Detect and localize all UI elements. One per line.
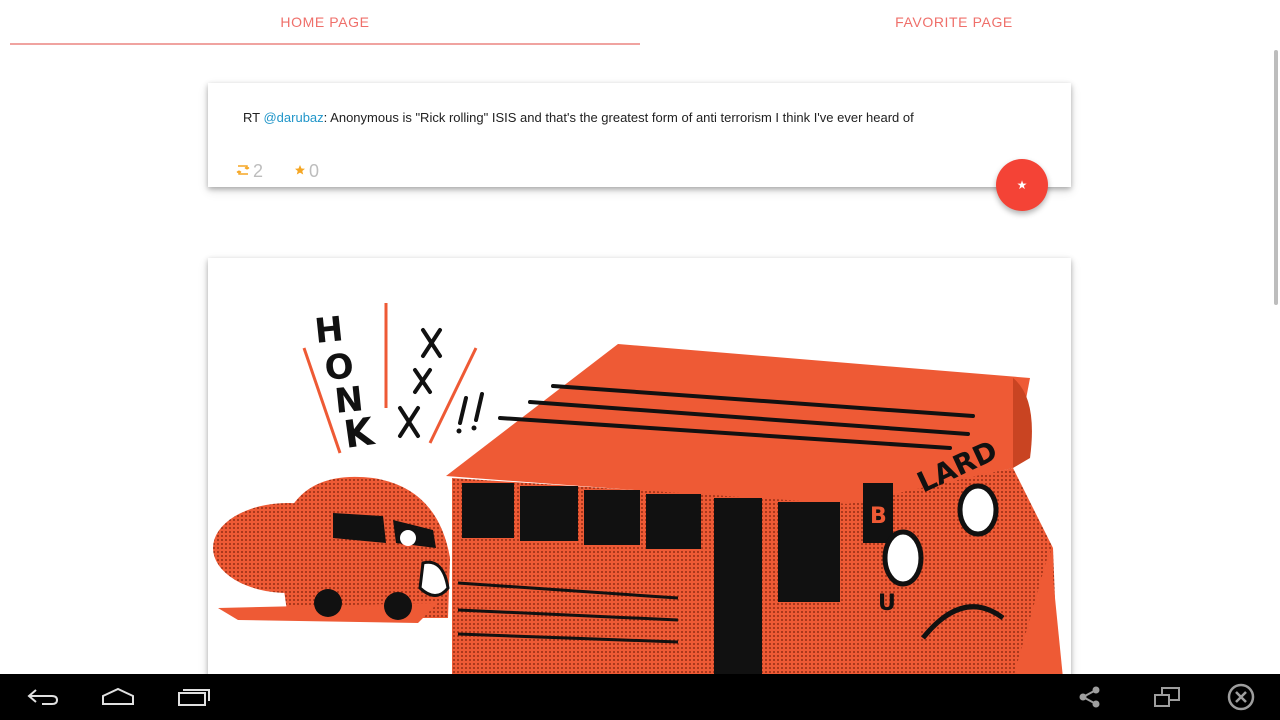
tweet-text: RT @darubaz: Anonymous is "Rick rolling"…: [243, 110, 914, 125]
back-icon: [27, 689, 59, 705]
scrollbar[interactable]: [1274, 50, 1278, 305]
favorite-fab-button[interactable]: ★: [996, 159, 1048, 211]
car-drawing: [213, 476, 450, 623]
home-icon: [102, 687, 134, 705]
tweet-mention-link[interactable]: @darubaz: [263, 110, 323, 125]
honk-text: H O N K: [313, 309, 378, 457]
retweet-stat[interactable]: 2: [235, 161, 263, 182]
tweet-body: : Anonymous is "Rick rolling" ISIS and t…: [323, 110, 914, 125]
back-button[interactable]: [19, 680, 67, 714]
svg-text:U: U: [878, 591, 896, 616]
tab-home-page[interactable]: HOME PAGE: [10, 0, 640, 46]
honk-bus-illustration: H O N K B LARD U: [213, 303, 1063, 678]
svg-text:H: H: [313, 309, 345, 352]
tab-favorite-label: FAVORITE PAGE: [895, 14, 1013, 30]
tab-favorite-page[interactable]: FAVORITE PAGE: [639, 0, 1269, 46]
svg-text:B: B: [870, 504, 887, 529]
share-icon: [1079, 686, 1100, 708]
share-button[interactable]: [1066, 680, 1114, 714]
favorite-stat[interactable]: 0: [293, 161, 319, 182]
close-icon: [1227, 683, 1255, 711]
screen-mirror-button[interactable]: [1143, 680, 1191, 714]
bus-drawing: B LARD U: [446, 344, 1063, 678]
system-navbar: [0, 674, 1280, 720]
retweet-count: 2: [253, 161, 264, 181]
tab-bar: HOME PAGE FAVORITE PAGE: [0, 0, 1280, 46]
tweet-prefix: RT: [243, 110, 264, 125]
favorite-count: 0: [309, 161, 320, 181]
star-icon: [293, 161, 307, 182]
tab-home-label: HOME PAGE: [280, 14, 370, 30]
screen-mirror-icon: [1154, 687, 1180, 707]
media-card: H O N K B LARD U: [208, 258, 1071, 678]
retweet-icon: [235, 161, 251, 182]
star-icon: ★: [1016, 178, 1028, 192]
tweet-stats: 2 0: [235, 161, 349, 182]
tweet-card: RT @darubaz: Anonymous is "Rick rolling"…: [208, 83, 1071, 187]
tab-indicator: [10, 43, 640, 45]
recent-apps-icon: [178, 689, 210, 706]
close-button[interactable]: [1217, 680, 1265, 714]
recent-apps-button[interactable]: [170, 680, 218, 714]
svg-text:K: K: [341, 409, 378, 457]
home-button[interactable]: [94, 680, 142, 714]
